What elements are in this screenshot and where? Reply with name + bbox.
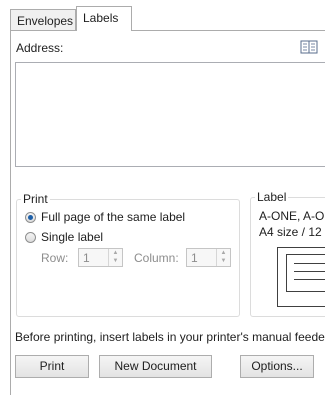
single-label-radio-button[interactable] (25, 231, 36, 243)
manual-feeder-notice: Before printing, insert labels in your p… (15, 330, 325, 344)
row-label: Row: (41, 251, 69, 265)
column-stepper-buttons[interactable]: ▲ ▼ (216, 249, 230, 266)
label-sheet (286, 254, 325, 292)
address-label: Address: (16, 41, 64, 55)
row-stepper-buttons[interactable]: ▲ ▼ (108, 249, 122, 266)
print-button-label: Print (39, 359, 65, 373)
full-page-radio-label: Full page of the same label (41, 210, 186, 224)
print-group: Print Full page of the same label Single… (16, 192, 240, 317)
column-label: Column: (134, 251, 179, 265)
new-document-button-label: New Document (114, 359, 197, 373)
full-page-radio[interactable]: Full page of the same label (25, 209, 185, 225)
column-value: 1 (191, 251, 198, 265)
label-preview-icon[interactable] (277, 247, 325, 307)
label-group-title: Label (255, 190, 289, 204)
tab-strip: Envelopes Labels (0, 0, 325, 31)
label-size: A4 size / 12 la (259, 225, 325, 239)
row-value: 1 (83, 251, 90, 265)
address-book-icon[interactable] (300, 40, 318, 54)
print-group-title: Print (21, 192, 50, 206)
print-button[interactable]: Print (15, 355, 89, 378)
tab-labels[interactable]: Labels (76, 6, 132, 31)
row-up-icon[interactable]: ▲ (109, 249, 122, 257)
column-stepper[interactable]: 1 ▲ ▼ (186, 248, 231, 267)
envelopes-and-labels-dialog: Envelopes Labels Address: Print Full pag… (0, 0, 325, 395)
label-group[interactable]: Label A-ONE, A-ONE A4 size / 12 la (250, 190, 325, 317)
label-vendor: A-ONE, A-ONE (259, 209, 325, 223)
column-up-icon[interactable]: ▲ (217, 249, 230, 257)
options-button[interactable]: Options... (240, 355, 314, 378)
tab-envelopes-label: Envelopes (17, 14, 74, 28)
tab-labels-label: Labels (83, 11, 119, 25)
address-field[interactable] (15, 62, 325, 167)
single-label-radio[interactable]: Single label (25, 229, 103, 245)
new-document-button[interactable]: New Document (99, 355, 212, 378)
tab-envelopes[interactable]: Envelopes (10, 9, 76, 30)
options-button-label: Options... (251, 359, 303, 373)
single-label-radio-label: Single label (41, 230, 104, 244)
row-down-icon[interactable]: ▼ (109, 257, 122, 265)
row-stepper[interactable]: 1 ▲ ▼ (78, 248, 123, 267)
column-down-icon[interactable]: ▼ (217, 257, 230, 265)
full-page-radio-button[interactable] (25, 211, 36, 223)
